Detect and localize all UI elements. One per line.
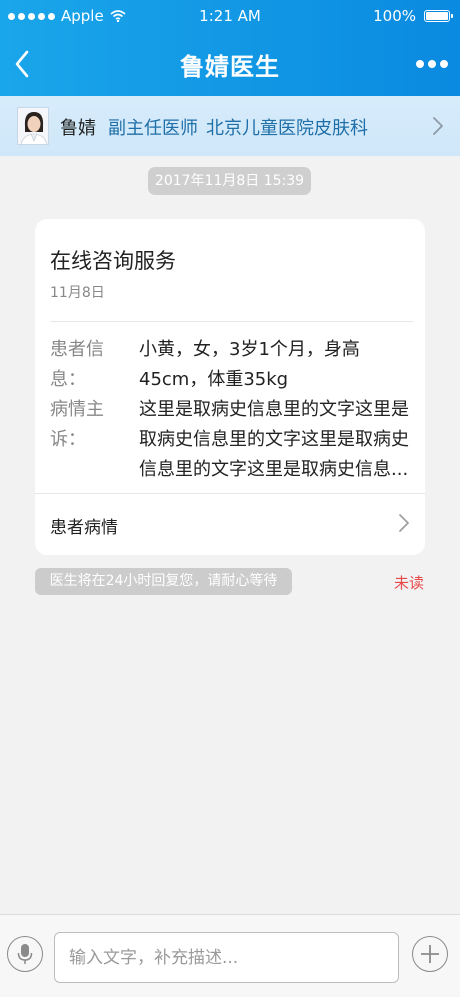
top-bar: Apple 1:21 AM 100% 鲁婧医生 bbox=[0, 0, 460, 96]
microphone-icon bbox=[17, 944, 33, 964]
patient-condition-row[interactable]: 患者病情 bbox=[35, 494, 425, 555]
chevron-right-icon bbox=[399, 514, 409, 532]
message-timestamp: 2017年11月8日 15:39 bbox=[148, 167, 311, 195]
plus-icon bbox=[421, 945, 439, 963]
status-right: 100% bbox=[373, 7, 453, 25]
more-dots-icon bbox=[416, 60, 424, 68]
card-date: 11月8日 bbox=[50, 285, 105, 301]
divider bbox=[50, 321, 413, 322]
input-bar bbox=[0, 914, 460, 997]
patient-info-value: 小黄，女，3岁1个月，身高45cm，体重35kg bbox=[139, 339, 360, 390]
card-title: 在线咨询服务 bbox=[50, 249, 176, 273]
complaint-value: 这里是取病史信息里的文字这里是取病史信息里的文字这里是取病史信息里的文字这里是取… bbox=[139, 399, 409, 480]
battery-level bbox=[426, 12, 448, 20]
unread-status: 未读 bbox=[394, 574, 425, 592]
complaint-label: 病情主诉： bbox=[50, 399, 104, 450]
status-bar: Apple 1:21 AM 100% bbox=[0, 0, 460, 32]
doctor-info-bar[interactable]: 鲁婧 副主任医师 北京儿童医院皮肤科 bbox=[0, 96, 460, 156]
add-button[interactable] bbox=[412, 936, 448, 972]
doctor-avatar bbox=[17, 107, 49, 145]
message-input[interactable] bbox=[54, 932, 399, 983]
doctor-hospital: 北京儿童医院皮肤科 bbox=[206, 118, 368, 139]
patient-info-label: 患者信息： bbox=[50, 339, 104, 390]
consultation-card: 在线咨询服务 11月8日 患者信息： 小黄，女，3岁1个月，身高45cm，体重3… bbox=[35, 219, 425, 555]
patient-condition-label: 患者病情 bbox=[50, 518, 118, 538]
voice-button[interactable] bbox=[7, 936, 43, 972]
reply-notice: 医生将在24小时回复您，请耐心等待 bbox=[35, 568, 292, 595]
battery-percent: 100% bbox=[373, 7, 416, 25]
more-button[interactable] bbox=[410, 48, 454, 80]
page-title: 鲁婧医生 bbox=[180, 53, 280, 81]
battery-icon bbox=[424, 10, 453, 22]
doctor-portrait-icon bbox=[18, 108, 48, 144]
doctor-name: 鲁婧 bbox=[60, 118, 96, 139]
chevron-right-icon bbox=[433, 117, 443, 135]
nav-bar: 鲁婧医生 bbox=[0, 36, 460, 92]
doctor-title: 副主任医师 bbox=[108, 118, 198, 139]
